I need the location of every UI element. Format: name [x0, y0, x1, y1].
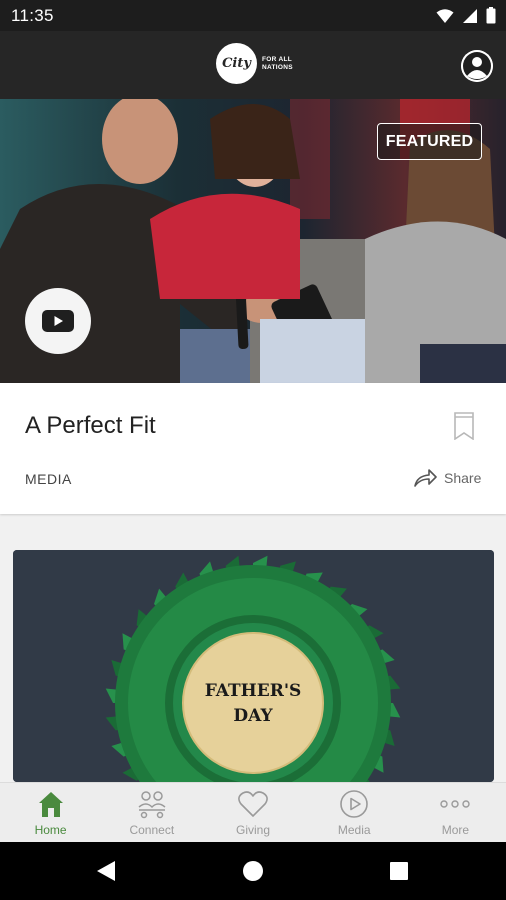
bottom-navigation: Home Connect Giving Media More	[0, 782, 506, 842]
wifi-icon	[436, 8, 454, 23]
back-icon[interactable]	[95, 859, 117, 883]
app-bar: City FOR ALL NATIONS	[0, 31, 506, 99]
rosette-text-line1: FATHER'S	[205, 681, 302, 701]
profile-button[interactable]	[461, 50, 493, 82]
rosette-image: FATHER'S DAY	[13, 550, 494, 782]
card-title: A Perfect Fit	[25, 412, 156, 439]
nav-label-connect: Connect	[129, 823, 175, 837]
nav-label-home: Home	[34, 823, 67, 837]
card-type-label: MEDIA	[25, 471, 72, 487]
connect-icon	[138, 791, 166, 819]
bookmark-icon[interactable]	[453, 412, 475, 440]
nav-label-giving: Giving	[236, 823, 271, 837]
share-button[interactable]: Share	[413, 469, 481, 487]
share-label: Share	[444, 470, 482, 486]
status-icons	[436, 7, 496, 24]
home-button-icon[interactable]	[242, 860, 264, 882]
nav-item-home[interactable]: Home	[0, 783, 101, 842]
home-icon	[38, 792, 63, 817]
battery-icon	[486, 7, 496, 24]
featured-hero-image[interactable]: FEATURED	[0, 99, 506, 383]
rosette-text-line2: DAY	[233, 706, 273, 726]
recents-icon[interactable]	[389, 861, 409, 881]
nav-label-media: Media	[337, 823, 371, 837]
share-icon	[414, 469, 437, 487]
user-icon	[461, 50, 493, 82]
content-card[interactable]: FATHER'S DAY	[13, 550, 494, 782]
nav-item-giving[interactable]: Giving	[202, 783, 303, 842]
heart-icon	[238, 791, 268, 817]
featured-card[interactable]: A Perfect Fit MEDIA Share	[0, 383, 506, 514]
featured-badge: FEATURED	[377, 123, 482, 160]
play-circle-icon	[340, 790, 369, 818]
youtube-icon	[42, 310, 74, 332]
status-bar: 11:35	[0, 0, 506, 31]
nav-item-connect[interactable]: Connect	[101, 783, 202, 842]
android-navigation-bar	[0, 842, 506, 900]
signal-icon	[463, 8, 477, 23]
app-logo[interactable]: City FOR ALL NATIONS	[216, 43, 302, 84]
nav-label-more: More	[441, 823, 470, 837]
nav-item-more[interactable]: More	[405, 783, 506, 842]
logo-tagline: FOR ALL NATIONS	[262, 55, 293, 71]
play-video-button[interactable]	[25, 288, 91, 354]
more-icon	[440, 800, 471, 808]
status-time: 11:35	[11, 6, 54, 25]
nav-item-media[interactable]: Media	[304, 783, 405, 842]
logo-mark: City	[216, 43, 257, 84]
